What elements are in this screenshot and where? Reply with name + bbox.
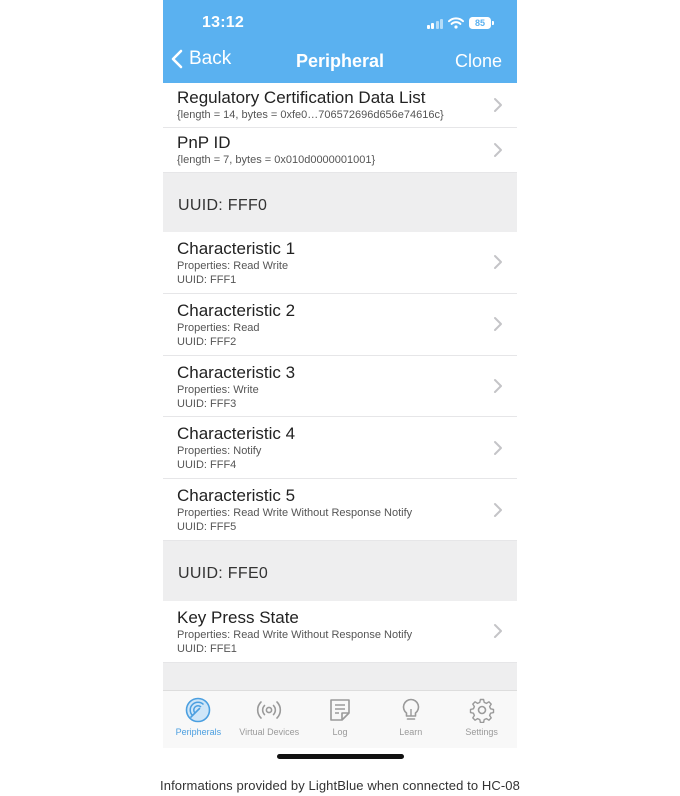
- tab-label: Settings: [465, 727, 498, 737]
- radar-icon: [186, 697, 211, 723]
- list-item[interactable]: Regulatory Certification Data List {leng…: [163, 83, 517, 128]
- tab-bar: Peripherals Virtual Devices Log Learn Se…: [163, 690, 517, 748]
- characteristic-name: Characteristic 1: [177, 239, 296, 258]
- tab-virtual-devices[interactable]: Virtual Devices: [234, 691, 305, 748]
- characteristic-row[interactable]: Characteristic 4 Properties: Notify UUID…: [163, 417, 517, 480]
- characteristic-row[interactable]: Characteristic 1 Properties: Read Write …: [163, 232, 517, 294]
- tab-settings[interactable]: Settings: [446, 691, 517, 748]
- chevron-right-icon: [494, 317, 502, 332]
- image-caption: Informations provided by LightBlue when …: [160, 778, 520, 793]
- chevron-right-icon: [494, 143, 502, 157]
- characteristic-properties: Properties: Read Write Without Response …: [177, 628, 413, 641]
- row-title: PnP ID: [177, 133, 231, 152]
- tab-label: Learn: [399, 727, 423, 737]
- tab-label: Peripherals: [175, 727, 222, 737]
- characteristic-properties: Properties: Read Write Without Response …: [177, 507, 413, 520]
- list-item[interactable]: PnP ID {length = 7, bytes = 0x010d000000…: [163, 128, 517, 173]
- status-time: 13:12: [202, 14, 244, 31]
- home-indicator: [277, 754, 404, 759]
- row-subtitle: {length = 7, bytes = 0x010d0000001001}: [177, 154, 376, 166]
- characteristic-row[interactable]: Characteristic 3 Properties: Write UUID:…: [163, 355, 517, 418]
- characteristic-uuid: UUID: FFE1: [177, 642, 237, 655]
- chevron-right-icon: [494, 502, 502, 517]
- tab-learn[interactable]: Learn: [375, 691, 446, 748]
- gear-icon: [469, 698, 494, 723]
- navigation-bar: Back Peripheral Clone: [163, 45, 517, 79]
- characteristic-uuid: UUID: FFF4: [177, 459, 237, 472]
- status-indicators: 85: [426, 15, 494, 31]
- tab-label: Virtual Devices: [239, 727, 300, 737]
- characteristic-properties: Properties: Read: [177, 321, 260, 334]
- row-title: Regulatory Certification Data List: [177, 88, 426, 107]
- characteristic-name: Characteristic 2: [177, 300, 296, 320]
- chevron-right-icon: [494, 378, 502, 393]
- service-header: UUID: FFF0: [163, 173, 517, 232]
- characteristic-name: Key Press State: [177, 607, 299, 627]
- characteristic-uuid: UUID: FFF1: [177, 274, 237, 286]
- log-icon: [330, 699, 350, 721]
- characteristic-row[interactable]: Characteristic 2 Properties: Read UUID: …: [163, 293, 517, 356]
- characteristic-row[interactable]: Key Press State Properties: Read Write W…: [163, 600, 517, 663]
- characteristic-uuid: UUID: FFF5: [177, 521, 237, 534]
- clone-button[interactable]: Clone: [455, 51, 502, 72]
- tab-label: Log: [332, 727, 348, 737]
- cellular-signal-icon: [426, 18, 443, 29]
- nav-header: 13:12 85 Back Peripheral Clone: [163, 0, 517, 83]
- characteristic-uuid: UUID: FFF2: [177, 335, 237, 348]
- wifi-icon: [448, 17, 464, 29]
- broadcast-icon: [257, 701, 282, 719]
- tab-log[interactable]: Log: [305, 691, 376, 748]
- lightbulb-icon: [402, 698, 420, 720]
- chevron-right-icon: [494, 255, 502, 270]
- characteristic-properties: Properties: Write: [177, 383, 259, 396]
- chevron-right-icon: [494, 440, 502, 455]
- chevron-right-icon: [494, 624, 502, 639]
- characteristic-row[interactable]: Characteristic 5 Properties: Read Write …: [163, 479, 517, 541]
- phone-screen: 13:12 85 Back Peripheral Clone Regulator…: [163, 0, 517, 768]
- characteristic-properties: Properties: Notify: [177, 445, 262, 458]
- characteristic-name: Characteristic 4: [177, 424, 296, 444]
- characteristic-name: Characteristic 3: [177, 362, 296, 382]
- characteristic-uuid: UUID: FFF3: [177, 397, 237, 410]
- tab-peripherals[interactable]: Peripherals: [163, 691, 234, 748]
- row-subtitle: {length = 14, bytes = 0xfe0…706572696d65…: [177, 109, 444, 121]
- characteristic-name: Characteristic 5: [177, 486, 296, 506]
- battery-icon: 85: [469, 17, 494, 29]
- characteristic-properties: Properties: Read Write: [177, 260, 289, 272]
- service-header: UUID: FFE0: [163, 540, 517, 601]
- chevron-right-icon: [494, 98, 502, 112]
- peripheral-details-list: Regulatory Certification Data List {leng…: [163, 83, 517, 723]
